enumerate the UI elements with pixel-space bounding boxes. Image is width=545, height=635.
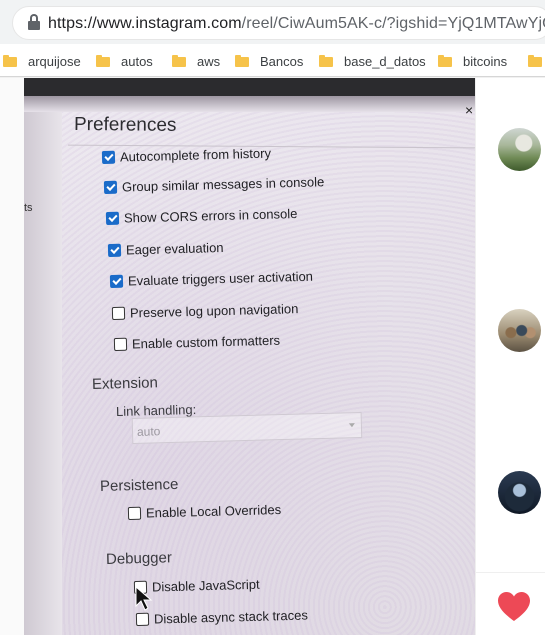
- bookmark-base-d-datos[interactable]: base_d_datos: [319, 51, 426, 71]
- avatar[interactable]: [498, 471, 541, 514]
- bookmark-label: bitcoins: [463, 53, 508, 69]
- avatar[interactable]: [498, 128, 541, 171]
- checkbox-label: Evaluate triggers user activation: [127, 268, 314, 289]
- bookmarks-bar: arquijose autos aws Bancos base_d_datos …: [0, 44, 545, 77]
- checkbox-unchecked-icon: [127, 506, 142, 520]
- checkbox-checked-icon: [109, 274, 124, 288]
- folder-icon: [96, 55, 110, 67]
- checkbox-label: Preserve log upon navigation: [129, 301, 299, 321]
- checkbox-checked-icon: [107, 243, 122, 257]
- section-debugger: Debugger: [105, 549, 173, 568]
- checkbox-label: Enable Local Overrides: [145, 501, 282, 521]
- bookmark-overflow[interactable]: [528, 51, 545, 71]
- preferences-title: Preferences: [73, 114, 177, 136]
- url-path: /reel/CiwAum5AK-c/?igshid=YjQ1MTAwYjQ%3D: [241, 15, 545, 32]
- checkbox-autocomplete-history: Autocomplete from history: [101, 145, 272, 165]
- checkbox-evaluate-triggers: Evaluate triggers user activation: [109, 268, 314, 289]
- folder-icon: [172, 55, 186, 67]
- folder-icon: [3, 55, 17, 67]
- bookmark-label: base_d_datos: [344, 53, 426, 69]
- folder-icon: [438, 55, 452, 67]
- avatar[interactable]: [498, 309, 541, 352]
- section-extension: Extension: [91, 374, 159, 393]
- url-domain: https://www.instagram.com: [48, 15, 242, 32]
- checkbox-unchecked-icon: [135, 612, 150, 626]
- checkbox-unchecked-icon: [113, 337, 128, 351]
- checkbox-checked-icon: [103, 180, 118, 194]
- checkbox-eager-evaluation: Eager evaluation: [107, 239, 224, 258]
- monitor-shade: [24, 96, 475, 112]
- checkbox-label: Disable async stack traces: [153, 607, 309, 627]
- checkbox-group-similar: Group similar messages in console: [103, 174, 325, 195]
- bookmark-arquijose[interactable]: arquijose: [3, 51, 81, 71]
- folder-icon: [528, 55, 542, 67]
- chevron-down-icon: [348, 423, 355, 428]
- reel-video-frame[interactable]: × ts Preferences Autocomplete from histo…: [24, 78, 475, 635]
- bookmark-label: arquijose: [28, 53, 81, 69]
- bookmark-label: autos: [121, 53, 153, 69]
- checkbox-label: Autocomplete from history: [119, 145, 272, 165]
- folder-icon: [319, 55, 333, 67]
- bookmark-bitcoins[interactable]: bitcoins: [438, 51, 507, 71]
- checkbox-disable-async-stack: Disable async stack traces: [135, 607, 309, 627]
- bookmark-aws[interactable]: aws: [172, 51, 220, 71]
- url-input[interactable]: https://www.instagram.com/reel/CiwAum5AK…: [12, 6, 545, 40]
- reels-side-panel: [475, 78, 545, 635]
- checkbox-checked-icon: [101, 150, 116, 164]
- lock-icon[interactable]: [28, 14, 40, 30]
- title-divider: [68, 144, 475, 149]
- checkbox-label: Enable custom formatters: [131, 332, 281, 352]
- monitor-top-strip: [24, 78, 475, 96]
- bookmark-autos[interactable]: autos: [96, 51, 153, 71]
- checkbox-show-cors-errors: Show CORS errors in console: [105, 205, 298, 226]
- mouse-cursor-icon: [135, 586, 153, 611]
- section-persistence: Persistence: [99, 475, 179, 495]
- url-text: https://www.instagram.com/reel/CiwAum5AK…: [48, 15, 545, 33]
- close-icon: ×: [465, 102, 474, 118]
- left-margin: [0, 78, 24, 635]
- monitor-left-shade: [24, 112, 62, 635]
- select-value: auto: [136, 424, 161, 439]
- checkbox-local-overrides: Enable Local Overrides: [127, 501, 282, 521]
- checkbox-unchecked-icon: [111, 306, 126, 320]
- address-bar: https://www.instagram.com/reel/CiwAum5AK…: [0, 0, 545, 44]
- link-handling-select: auto: [131, 411, 363, 444]
- checkbox-label: Disable JavaScript: [151, 576, 260, 595]
- checkbox-label: Group similar messages in console: [121, 174, 325, 195]
- checkbox-custom-formatters: Enable custom formatters: [113, 332, 281, 352]
- heart-icon[interactable]: [497, 591, 531, 623]
- bookmark-label: Bancos: [260, 53, 304, 69]
- cropped-sidebar-text: ts: [24, 202, 33, 214]
- bookmark-label: aws: [197, 53, 221, 69]
- checkbox-checked-icon: [105, 211, 120, 225]
- checkbox-preserve-log: Preserve log upon navigation: [111, 301, 299, 321]
- folder-icon: [235, 55, 249, 67]
- checkbox-label: Eager evaluation: [125, 239, 224, 258]
- instagram-page: × ts Preferences Autocomplete from histo…: [0, 78, 545, 635]
- browser-window: https://www.instagram.com/reel/CiwAum5AK…: [0, 0, 545, 635]
- bookmark-bancos[interactable]: Bancos: [235, 51, 303, 71]
- side-divider: [476, 572, 545, 573]
- checkbox-label: Show CORS errors in console: [123, 205, 298, 226]
